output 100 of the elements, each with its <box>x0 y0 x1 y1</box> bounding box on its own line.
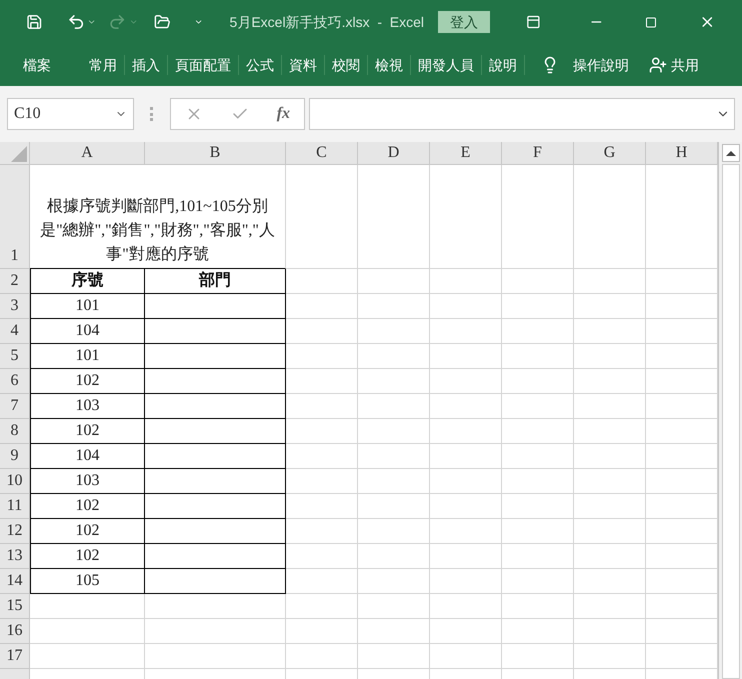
empty-cell[interactable] <box>358 519 430 544</box>
ribbon-tab[interactable]: 開發人員 <box>411 54 481 76</box>
scroll-up-button[interactable] <box>722 144 740 162</box>
empty-cell[interactable] <box>502 619 574 644</box>
insert-function-button[interactable]: fx <box>276 102 290 126</box>
empty-cell[interactable] <box>286 544 358 569</box>
empty-cell[interactable] <box>286 419 358 444</box>
column-header[interactable]: E <box>430 142 502 165</box>
scroll-thumb[interactable] <box>722 164 740 679</box>
column-header[interactable]: D <box>358 142 430 165</box>
empty-cell[interactable] <box>430 619 502 644</box>
empty-cell[interactable] <box>574 494 646 519</box>
folder-icon[interactable] <box>154 13 170 31</box>
row-header[interactable]: 13 <box>0 544 30 569</box>
empty-cell[interactable] <box>502 644 574 669</box>
sign-in-button[interactable]: 登入 <box>438 11 490 33</box>
empty-cell[interactable] <box>502 419 574 444</box>
empty-cell[interactable] <box>358 269 430 294</box>
row-header[interactable]: 9 <box>0 444 30 469</box>
empty-cell[interactable] <box>574 469 646 494</box>
row-header[interactable]: 14 <box>0 569 30 594</box>
empty-cell[interactable] <box>430 644 502 669</box>
empty-cell[interactable] <box>574 369 646 394</box>
empty-cell[interactable] <box>502 594 574 619</box>
empty-cell[interactable] <box>574 519 646 544</box>
table-cell[interactable] <box>145 319 286 344</box>
empty-cell[interactable] <box>574 619 646 644</box>
empty-cell[interactable] <box>286 319 358 344</box>
share-button[interactable]: 共用 <box>649 54 699 76</box>
ribbon-tab[interactable]: 插入 <box>125 54 167 76</box>
empty-cell[interactable] <box>574 644 646 669</box>
row-header[interactable]: 1 <box>0 165 30 269</box>
ribbon-tab[interactable]: 檢視 <box>368 54 410 76</box>
ribbon-tab[interactable]: 資料 <box>282 54 324 76</box>
empty-cell[interactable] <box>574 594 646 619</box>
empty-cell[interactable] <box>574 419 646 444</box>
empty-cell[interactable] <box>574 569 646 594</box>
empty-cell[interactable] <box>430 569 502 594</box>
ribbon-display-icon[interactable] <box>526 14 541 30</box>
empty-cell[interactable] <box>286 569 358 594</box>
empty-cell[interactable] <box>358 544 430 569</box>
empty-cell[interactable] <box>286 519 358 544</box>
table-cell[interactable] <box>145 494 286 519</box>
empty-cell[interactable] <box>358 419 430 444</box>
empty-cell[interactable] <box>430 444 502 469</box>
row-header[interactable]: 4 <box>0 319 30 344</box>
ribbon-tab[interactable]: 頁面配置 <box>168 54 238 76</box>
empty-cell[interactable] <box>502 344 574 369</box>
empty-cell[interactable] <box>145 644 286 669</box>
ribbon-tab[interactable]: 校閱 <box>325 54 367 76</box>
row-header[interactable]: 12 <box>0 519 30 544</box>
empty-cell[interactable] <box>358 444 430 469</box>
column-header[interactable]: G <box>574 142 646 165</box>
empty-cell[interactable] <box>574 319 646 344</box>
row-header[interactable]: 10 <box>0 469 30 494</box>
row-header[interactable]: 17 <box>0 644 30 669</box>
row-header[interactable]: 16 <box>0 619 30 644</box>
empty-cell[interactable] <box>286 369 358 394</box>
empty-cell[interactable] <box>430 319 502 344</box>
table-cell[interactable] <box>145 444 286 469</box>
empty-cell[interactable] <box>286 444 358 469</box>
table-cell[interactable] <box>145 294 286 319</box>
ribbon-tab[interactable]: 公式 <box>239 54 281 76</box>
empty-cell[interactable] <box>430 519 502 544</box>
empty-cell[interactable] <box>358 494 430 519</box>
empty-cell[interactable] <box>430 269 502 294</box>
row-header[interactable]: 6 <box>0 369 30 394</box>
empty-cell[interactable] <box>358 594 430 619</box>
empty-cell[interactable] <box>574 269 646 294</box>
ribbon-tab[interactable]: 常用 <box>82 54 124 76</box>
empty-cell[interactable] <box>502 294 574 319</box>
row-header[interactable]: 8 <box>0 419 30 444</box>
empty-cell[interactable] <box>286 619 358 644</box>
column-header[interactable]: H <box>646 142 718 165</box>
empty-cell[interactable] <box>502 469 574 494</box>
empty-cell[interactable] <box>286 394 358 419</box>
ribbon-tab[interactable]: 說明 <box>482 54 524 76</box>
empty-cell[interactable] <box>430 394 502 419</box>
name-box[interactable]: C10 <box>7 98 134 130</box>
empty-cell[interactable] <box>286 344 358 369</box>
row-header[interactable]: 3 <box>0 294 30 319</box>
empty-cell[interactable] <box>145 619 286 644</box>
empty-cell[interactable] <box>358 469 430 494</box>
empty-cell[interactable] <box>286 269 358 294</box>
empty-cell[interactable] <box>502 444 574 469</box>
empty-cell[interactable] <box>502 544 574 569</box>
row-header[interactable]: 7 <box>0 394 30 419</box>
empty-cell[interactable] <box>574 394 646 419</box>
empty-cell[interactable] <box>286 644 358 669</box>
empty-cell[interactable] <box>502 569 574 594</box>
empty-cell[interactable] <box>145 594 286 619</box>
empty-cell[interactable] <box>574 294 646 319</box>
row-header[interactable]: 15 <box>0 594 30 619</box>
row-header[interactable]: 5 <box>0 344 30 369</box>
maximize-icon[interactable] <box>645 16 658 28</box>
table-cell[interactable] <box>145 469 286 494</box>
ribbon-tab[interactable]: 檔案 <box>16 54 58 76</box>
row-header[interactable]: 11 <box>0 494 30 519</box>
empty-cell[interactable] <box>430 494 502 519</box>
empty-cell[interactable] <box>430 369 502 394</box>
